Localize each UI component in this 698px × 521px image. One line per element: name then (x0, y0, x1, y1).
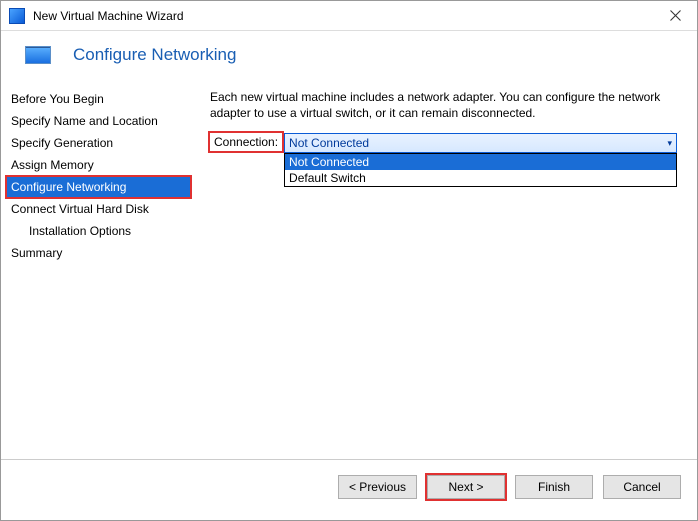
step-summary[interactable]: Summary (7, 243, 190, 263)
step-specify-generation[interactable]: Specify Generation (7, 133, 190, 153)
header: Configure Networking (1, 31, 697, 79)
close-icon (670, 10, 681, 21)
footer: < Previous Next > Finish Cancel (1, 459, 697, 513)
step-installation-options[interactable]: Installation Options (7, 221, 190, 241)
option-default-switch[interactable]: Default Switch (285, 170, 676, 186)
content: Before You Begin Specify Name and Locati… (1, 79, 697, 459)
titlebar: New Virtual Machine Wizard (1, 1, 697, 31)
step-configure-networking[interactable]: Configure Networking (7, 177, 190, 197)
page-title: Configure Networking (73, 45, 236, 65)
cancel-button[interactable]: Cancel (603, 475, 681, 499)
app-icon (9, 8, 25, 24)
step-assign-memory[interactable]: Assign Memory (7, 155, 190, 175)
step-before-you-begin[interactable]: Before You Begin (7, 89, 190, 109)
sidebar: Before You Begin Specify Name and Locati… (1, 79, 196, 459)
main-panel: Each new virtual machine includes a netw… (196, 79, 697, 459)
window-title: New Virtual Machine Wizard (33, 9, 653, 23)
close-button[interactable] (653, 1, 697, 31)
connection-dropdown: Not Connected Default Switch (284, 153, 677, 187)
connection-row: Connection: Not Connected ▾ Not Connecte… (210, 133, 677, 153)
step-connect-vhd[interactable]: Connect Virtual Hard Disk (7, 199, 190, 219)
connection-selected-value: Not Connected (289, 136, 369, 150)
next-button[interactable]: Next > (427, 475, 505, 499)
finish-button[interactable]: Finish (515, 475, 593, 499)
connection-combobox[interactable]: Not Connected ▾ (284, 133, 677, 153)
step-specify-name-location[interactable]: Specify Name and Location (7, 111, 190, 131)
previous-button[interactable]: < Previous (338, 475, 417, 499)
chevron-down-icon: ▾ (667, 138, 672, 149)
connection-combo-wrap: Not Connected ▾ Not Connected Default Sw… (284, 133, 677, 153)
connection-label: Connection: (210, 133, 282, 151)
wizard-icon (25, 46, 51, 64)
intro-text: Each new virtual machine includes a netw… (210, 89, 677, 121)
option-not-connected[interactable]: Not Connected (285, 154, 676, 170)
